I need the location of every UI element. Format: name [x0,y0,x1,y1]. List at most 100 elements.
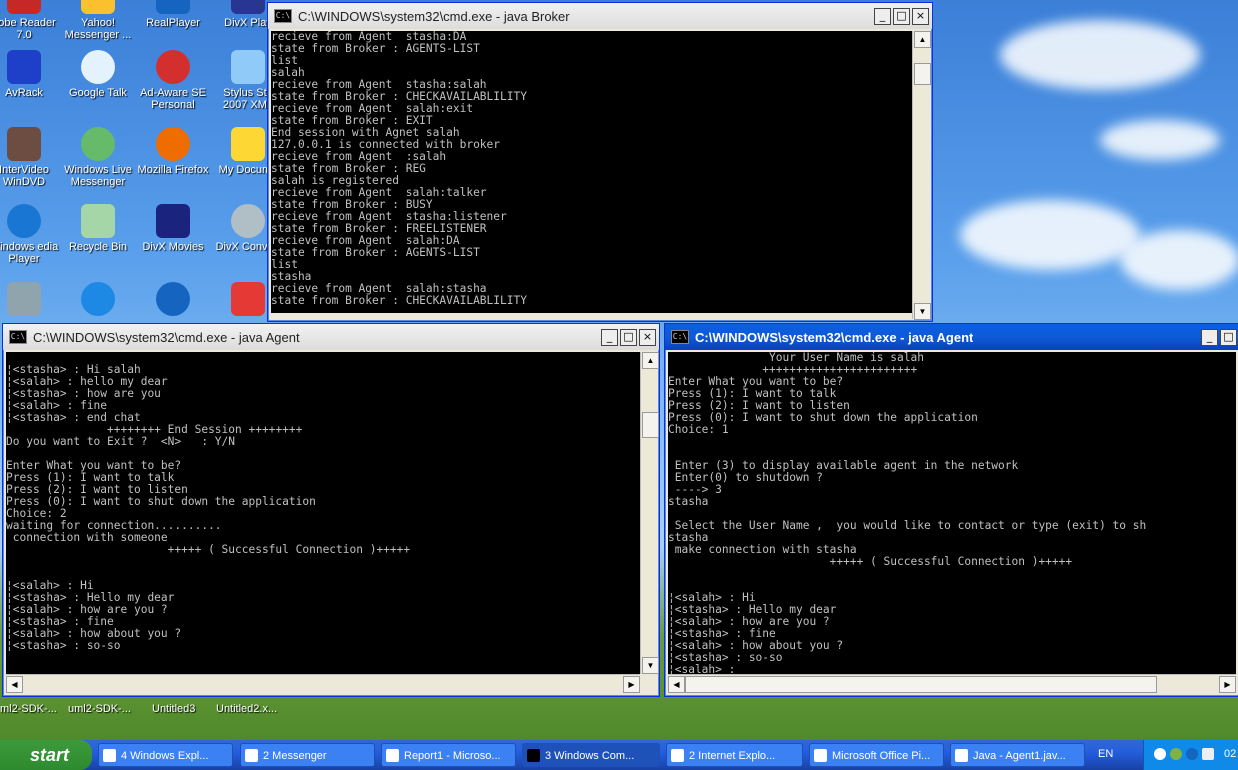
desktop-icon-my-computer[interactable] [0,282,60,319]
start-label: start [30,745,70,765]
horizontal-scrollbar[interactable]: ◀ ▶ [6,674,640,693]
desktop-icon-firefox[interactable]: Mozilla Firefox [137,127,209,176]
console-output[interactable]: ¦<stasha> : Hi salah ¦<salah> : hello my … [6,352,640,674]
scroll-left-button[interactable]: ◀ [668,676,685,693]
scroll-up-button[interactable]: ▲ [914,31,931,48]
taskbar-button-office-picture[interactable]: Microsoft Office Pi... [809,743,944,767]
close-button[interactable]: × [912,7,929,25]
realplayer-icon [156,0,190,14]
google-talk-icon [81,50,115,84]
icon-label: InterVideo WinDVD [0,164,49,188]
task-label: 2 Internet Explo... [689,750,776,762]
scroll-thumb[interactable] [685,676,1157,693]
desktop-item[interactable]: Untitled2.x... [216,700,277,718]
volume-icon[interactable] [1202,748,1214,760]
divx-movies-icon [156,204,190,238]
agent-console-window-left[interactable]: C:\ C:\WINDOWS\system32\cmd.exe - java A… [2,323,660,697]
taskbar-button-messenger[interactable]: 2 Messenger [240,743,375,767]
desktop-icon-ad-aware[interactable]: Ad-Aware SE Personal [137,50,209,111]
taskbar-button-internet-explorer[interactable]: 2 Internet Explo... [666,743,803,767]
scroll-right-button[interactable]: ▶ [1219,676,1236,693]
desktop-icon-internet-explorer[interactable] [62,282,134,319]
stylus-studio-icon [231,50,265,84]
vertical-scrollbar[interactable]: ▲ ▼ [912,31,931,320]
desktop-item[interactable]: ml2-SDK-... [0,700,57,718]
task-label: Report1 - Microso... [404,750,501,762]
desktop-icon-bs-player[interactable] [137,282,209,319]
clock[interactable]: 02 [1224,748,1236,760]
minimize-button[interactable]: _ [601,328,618,346]
console-line: +++++ ( Successful Connection )+++++ [6,543,411,556]
console-line: Enter(0) to shutdown ? [668,471,823,484]
internet-explorer-icon [81,282,115,316]
office-picture-icon [814,749,827,762]
broker-console-window[interactable]: C:\ C:\WINDOWS\system32\cmd.exe - java B… [267,2,933,322]
cmd-icon: C:\ [9,330,27,344]
desktop-icon-yahoo-messenger[interactable]: Yahoo! Messenger ... [62,0,134,41]
desktop-icon-divx-movies[interactable]: DivX Movies [137,204,209,253]
console-line: Do you want to Exit ? <N> : Y/N [6,435,236,448]
cloud [1120,230,1238,290]
console-line: state from Broker : CHECKAVAILABLILITY [271,294,527,307]
document-icon [386,749,399,762]
window-title: C:\WINDOWS\system32\cmd.exe - java Agent [695,329,974,345]
back-arrow-icon[interactable] [1154,748,1166,760]
start-button[interactable]: start [0,740,92,770]
ad-aware-icon [156,50,190,84]
desktop-icon-avrack[interactable]: AvRack [0,50,60,99]
cloud [1000,20,1200,90]
desktop-icon-google-talk[interactable]: Google Talk [62,50,134,99]
desktop-icon-recycle-bin[interactable]: Recycle Bin [62,204,134,253]
taskbar-button-windows-command[interactable]: 3 Windows Com... [522,743,660,767]
desktop-icon-windows-live-messenger[interactable]: Windows Live Messenger [62,127,134,188]
desktop-icon-adobe-reader[interactable]: dobe Reader 7.0 [0,0,60,41]
scroll-thumb[interactable] [914,63,931,85]
agent-console-window-right[interactable]: C:\ C:\WINDOWS\system32\cmd.exe - java A… [664,323,1238,697]
scroll-left-button[interactable]: ◀ [6,676,23,693]
close-button[interactable]: × [639,328,656,346]
scroll-thumb[interactable] [642,412,659,438]
icon-label: AvRack [5,87,43,99]
desktop-item[interactable]: Untitled3 [152,700,195,718]
desktop-icon-windvd[interactable]: InterVideo WinDVD [0,127,60,188]
desktop-item[interactable]: uml2-SDK-... [68,700,131,718]
office-icon [231,282,265,316]
maximize-button[interactable]: □ [620,328,637,346]
console-output[interactable]: recieve from Agent stasha:DA state from B… [271,31,912,313]
desktop-icon-windows-media-player[interactable]: Windows edia Player [0,204,60,265]
scroll-right-button[interactable]: ▶ [623,676,640,693]
taskbar-button-report1[interactable]: Report1 - Microso... [381,743,516,767]
maximize-button[interactable]: □ [893,7,910,25]
icon-label: RealPlayer [146,17,200,29]
vertical-scrollbar[interactable]: ▲ ▼ [640,352,659,674]
console-line: ¦<stasha> : so-so [6,639,121,652]
taskbar-button-java-agent[interactable]: Java - Agent1.jav... [950,743,1085,767]
taskbar-button-windows-explorer[interactable]: 4 Windows Expl... [98,743,233,767]
titlebar[interactable]: C:\ C:\WINDOWS\system32\cmd.exe - java A… [3,324,659,350]
cmd-icon: C:\ [274,9,292,23]
icon-label: Google Talk [69,87,127,99]
network-icon[interactable] [1186,748,1198,760]
minimize-button[interactable]: _ [874,7,891,25]
scroll-down-button[interactable]: ▼ [914,303,931,320]
scroll-down-button[interactable]: ▼ [642,657,659,674]
internet-explorer-icon [671,749,684,762]
icon-label: dobe Reader 7.0 [0,17,56,41]
titlebar[interactable]: C:\ C:\WINDOWS\system32\cmd.exe - java A… [665,324,1238,350]
messenger-tray-icon[interactable] [1170,748,1182,760]
folder-icon [103,749,116,762]
desktop-icon-realplayer[interactable]: RealPlayer [137,0,209,29]
scroll-up-button[interactable]: ▲ [642,352,659,369]
titlebar[interactable]: C:\ C:\WINDOWS\system32\cmd.exe - java B… [268,3,932,29]
minimize-button[interactable]: _ [1201,328,1218,346]
firefox-icon [156,127,190,161]
console-line: stasha [668,495,709,508]
horizontal-scrollbar[interactable]: ◀ ▶ [668,674,1236,693]
language-indicator[interactable]: EN [1098,748,1113,760]
maximize-button[interactable]: □ [1220,328,1237,346]
console-output[interactable]: Your User Name is salah ++++++++++++++++… [668,352,1236,674]
